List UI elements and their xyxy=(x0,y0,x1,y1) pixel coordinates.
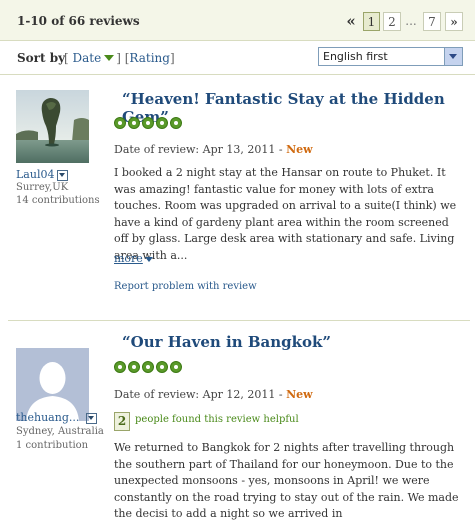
new-badge: New xyxy=(286,143,313,156)
language-select-value: English first xyxy=(323,50,388,63)
rating-bubble-icon xyxy=(114,117,126,129)
review-card: thehuang... Sydney, Australia 1 contribu… xyxy=(0,321,475,520)
rating-bubble-icon xyxy=(142,117,154,129)
reviewer-contributions[interactable]: 1 contribution xyxy=(16,440,88,451)
rating-bubble-icon xyxy=(128,361,140,373)
helpful-count: 2 xyxy=(114,412,130,431)
pager-page-1[interactable]: 1 xyxy=(363,12,380,31)
sort-date-link[interactable]: Date xyxy=(73,51,102,65)
reviewer-contributions[interactable]: 14 contributions xyxy=(16,195,100,206)
pager-ellipsis: ... xyxy=(405,14,417,28)
new-badge: New xyxy=(286,388,313,401)
sort-desc-icon xyxy=(104,55,115,61)
review-card: Laul04 Surrey,UK 14 contributions “Heave… xyxy=(0,74,475,319)
sort-bar: Sort by [ Date] [Rating] English first xyxy=(0,41,475,75)
reviewer-location: Surrey,UK xyxy=(16,182,69,193)
user-menu-icon[interactable] xyxy=(57,169,69,181)
language-select[interactable]: English first xyxy=(318,47,463,66)
review-date: Date of review: Apr 12, 2011 - New xyxy=(114,388,313,401)
rating-bubble-icon xyxy=(142,361,154,373)
rating-bubble-icon xyxy=(156,361,168,373)
rating-bubble-icon xyxy=(170,361,182,373)
avatar[interactable] xyxy=(16,90,89,163)
pager-next-button[interactable]: » xyxy=(445,12,463,31)
review-body: We returned to Bangkok for 2 nights afte… xyxy=(114,441,459,520)
pager-page-7[interactable]: 7 xyxy=(423,12,441,31)
report-problem-link[interactable]: Report problem with review xyxy=(114,281,257,292)
results-header: 1-10 of 66 reviews « 1 2 ... 7 » xyxy=(0,0,475,41)
review-title[interactable]: “Our Haven in Bangkok” xyxy=(122,333,331,351)
rating-bubble-icon xyxy=(170,117,182,129)
review-date: Date of review: Apr 13, 2011 - New xyxy=(114,143,313,156)
sort-rating-link[interactable]: Rating xyxy=(129,51,170,65)
reviewer-username[interactable]: thehuang... xyxy=(16,411,98,424)
rating-bubble-icon xyxy=(156,117,168,129)
reviewer-username[interactable]: Laul04 xyxy=(16,168,69,181)
chevron-down-icon[interactable] xyxy=(444,48,462,65)
sort-options: [ Date] [Rating] xyxy=(64,51,175,65)
rating-bubble-icon xyxy=(114,361,126,373)
pager-page-2[interactable]: 2 xyxy=(383,12,401,31)
sort-label: Sort by xyxy=(17,51,66,65)
user-menu-icon[interactable] xyxy=(86,412,98,424)
more-link[interactable]: more xyxy=(114,252,143,265)
review-body: I booked a 2 night stay at the Hansar on… xyxy=(114,166,457,262)
rating-bubble-icon xyxy=(128,117,140,129)
pager-prev-button[interactable]: « xyxy=(343,12,359,31)
reviewer-location: Sydney, Australia xyxy=(16,426,104,437)
chevron-down-icon[interactable] xyxy=(145,257,153,262)
helpful-text: people found this review helpful xyxy=(135,414,299,425)
review-count: 1-10 of 66 reviews xyxy=(17,14,140,28)
reviewer-photo xyxy=(16,90,89,163)
